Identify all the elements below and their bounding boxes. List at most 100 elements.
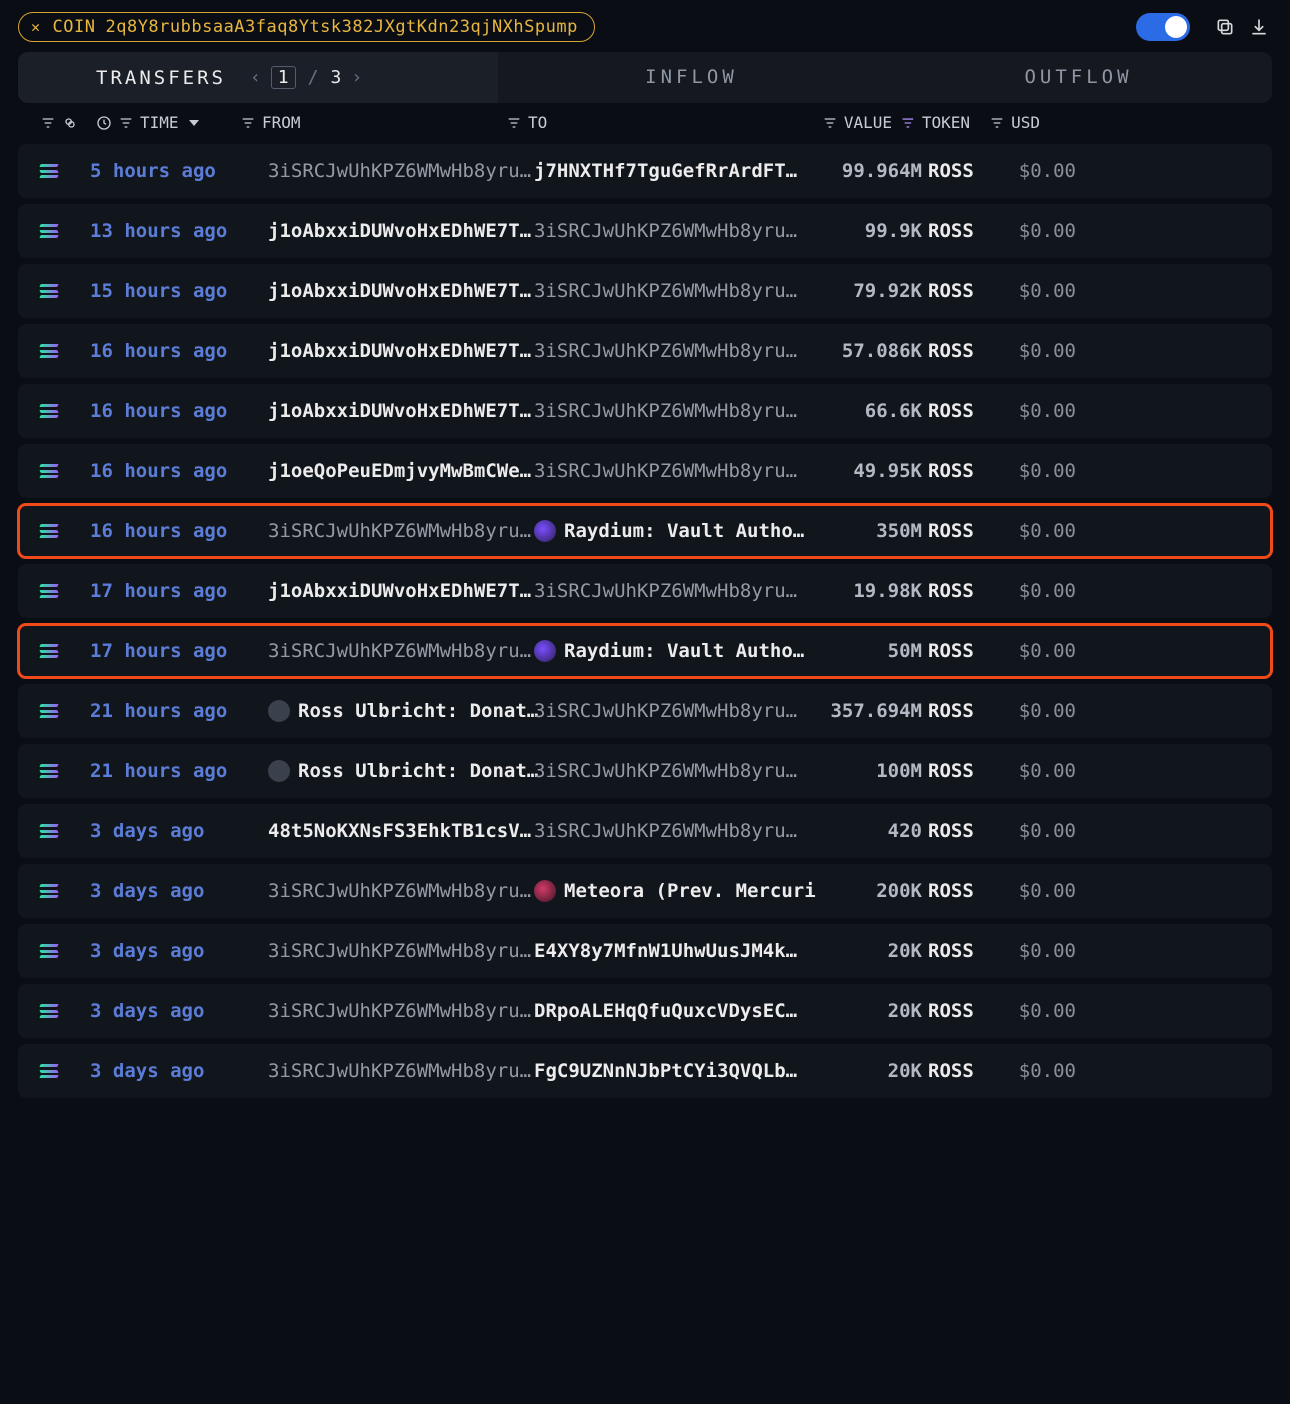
solana-chain-icon — [40, 164, 58, 178]
table-row[interactable]: 3 days ago3iSRCJwUhKPZ6WMwHb8yru…DRpoALE… — [18, 984, 1272, 1038]
table-row[interactable]: 3 days ago3iSRCJwUhKPZ6WMwHb8yru…E4XY8y7… — [18, 924, 1272, 978]
from-cell[interactable]: Ross Ulbricht: Donat… — [268, 760, 534, 782]
table-row[interactable]: 17 hours agoj1oAbxxiDUWvoHxEDhWE7T…3iSRC… — [18, 564, 1272, 618]
table-row[interactable]: 5 hours ago3iSRCJwUhKPZ6WMwHb8yru…j7HNXT… — [18, 144, 1272, 198]
token-cell: ROSS — [922, 160, 994, 182]
value-cell: 200K — [822, 880, 922, 902]
header-token[interactable]: TOKEN — [892, 113, 970, 132]
from-cell[interactable]: j1oeQoPeuEDmjvyMwBmCWe… — [268, 460, 534, 482]
header-value[interactable]: VALUE — [794, 113, 892, 132]
value-cell: 99.964M — [822, 160, 922, 182]
from-cell[interactable]: 3iSRCJwUhKPZ6WMwHb8yru… — [268, 880, 534, 902]
chain-cell — [40, 524, 90, 538]
token-cell: ROSS — [922, 460, 994, 482]
usd-cell: $0.00 — [994, 340, 1076, 362]
usd-cell: $0.00 — [994, 460, 1076, 482]
to-cell[interactable]: 3iSRCJwUhKPZ6WMwHb8yru… — [534, 220, 822, 242]
to-cell[interactable]: Raydium: Vault Autho… — [534, 520, 822, 542]
chain-cell — [40, 644, 90, 658]
chain-cell — [40, 1064, 90, 1078]
from-cell[interactable]: 3iSRCJwUhKPZ6WMwHb8yru… — [268, 940, 534, 962]
token-cell: ROSS — [922, 820, 994, 842]
pager-next[interactable]: › — [347, 67, 366, 88]
table-row[interactable]: 17 hours ago3iSRCJwUhKPZ6WMwHb8yru…Raydi… — [18, 624, 1272, 678]
time-cell: 3 days ago — [90, 880, 268, 902]
coin-chip[interactable]: ✕ COIN 2q8Y8rubbsaaA3faq8Ytsk382JXgtKdn2… — [18, 12, 595, 42]
to-cell[interactable]: DRpoALEHqQfuQuxcVDysEC… — [534, 1000, 822, 1022]
time-cell: 16 hours ago — [90, 400, 268, 422]
table-row[interactable]: 16 hours agoj1oAbxxiDUWvoHxEDhWE7T…3iSRC… — [18, 384, 1272, 438]
value-cell: 50M — [822, 640, 922, 662]
table-row[interactable]: 21 hours agoRoss Ulbricht: Donat…3iSRCJw… — [18, 684, 1272, 738]
to-cell[interactable]: 3iSRCJwUhKPZ6WMwHb8yru… — [534, 280, 822, 302]
from-cell[interactable]: 3iSRCJwUhKPZ6WMwHb8yru… — [268, 160, 534, 182]
copy-icon[interactable] — [1212, 14, 1238, 40]
tab-outflow[interactable]: OUTFLOW — [885, 52, 1272, 103]
token-cell: ROSS — [922, 580, 994, 602]
from-cell[interactable]: j1oAbxxiDUWvoHxEDhWE7T… — [268, 400, 534, 422]
usd-cell: $0.00 — [994, 880, 1076, 902]
download-icon[interactable] — [1246, 14, 1272, 40]
header-from[interactable]: FROM — [240, 113, 506, 132]
table-row[interactable]: 16 hours agoj1oeQoPeuEDmjvyMwBmCWe…3iSRC… — [18, 444, 1272, 498]
close-icon[interactable]: ✕ — [29, 18, 43, 36]
chain-cell — [40, 224, 90, 238]
token-cell: ROSS — [922, 220, 994, 242]
to-cell[interactable]: Meteora (Prev. Mercuri — [534, 880, 822, 902]
table-row[interactable]: 13 hours agoj1oAbxxiDUWvoHxEDhWE7T…3iSRC… — [18, 204, 1272, 258]
time-cell: 16 hours ago — [90, 460, 268, 482]
from-cell[interactable]: 3iSRCJwUhKPZ6WMwHb8yru… — [268, 1060, 534, 1082]
to-cell[interactable]: Raydium: Vault Autho… — [534, 640, 822, 662]
header-usd[interactable]: USD — [970, 113, 1040, 132]
to-cell[interactable]: 3iSRCJwUhKPZ6WMwHb8yru… — [534, 580, 822, 602]
chain-cell — [40, 944, 90, 958]
chain-cell — [40, 1004, 90, 1018]
from-cell[interactable]: j1oAbxxiDUWvoHxEDhWE7T… — [268, 340, 534, 362]
value-cell: 350M — [822, 520, 922, 542]
token-cell: ROSS — [922, 700, 994, 722]
token-cell: ROSS — [922, 1000, 994, 1022]
to-cell[interactable]: 3iSRCJwUhKPZ6WMwHb8yru… — [534, 340, 822, 362]
from-cell[interactable]: 48t5NoKXNsFS3EhkTB1csV… — [268, 820, 534, 842]
header-time[interactable]: TIME — [96, 113, 240, 132]
toggle-switch[interactable] — [1136, 13, 1190, 41]
transfer-rows: 5 hours ago3iSRCJwUhKPZ6WMwHb8yru…j7HNXT… — [0, 138, 1290, 1098]
table-row[interactable]: 15 hours agoj1oAbxxiDUWvoHxEDhWE7T…3iSRC… — [18, 264, 1272, 318]
chain-cell — [40, 584, 90, 598]
table-row[interactable]: 3 days ago48t5NoKXNsFS3EhkTB1csV…3iSRCJw… — [18, 804, 1272, 858]
to-cell[interactable]: FgC9UZNnNJbPtCYi3QVQLb… — [534, 1060, 822, 1082]
to-cell[interactable]: 3iSRCJwUhKPZ6WMwHb8yru… — [534, 700, 822, 722]
from-cell[interactable]: Ross Ulbricht: Donat… — [268, 700, 534, 722]
meteora-icon — [534, 880, 556, 902]
pager-prev[interactable]: ‹ — [246, 67, 265, 88]
table-row[interactable]: 3 days ago3iSRCJwUhKPZ6WMwHb8yru…FgC9UZN… — [18, 1044, 1272, 1098]
to-cell[interactable]: j7HNXTHf7TguGefRrArdFT… — [534, 160, 822, 182]
usd-cell: $0.00 — [994, 580, 1076, 602]
table-row[interactable]: 16 hours ago3iSRCJwUhKPZ6WMwHb8yru…Raydi… — [18, 504, 1272, 558]
token-cell: ROSS — [922, 760, 994, 782]
tab-transfers[interactable]: TRANSFERS ‹ 1 / 3 › — [18, 52, 498, 103]
usd-cell: $0.00 — [994, 640, 1076, 662]
table-row[interactable]: 16 hours agoj1oAbxxiDUWvoHxEDhWE7T…3iSRC… — [18, 324, 1272, 378]
table-row[interactable]: 3 days ago3iSRCJwUhKPZ6WMwHb8yru…Meteora… — [18, 864, 1272, 918]
to-cell[interactable]: 3iSRCJwUhKPZ6WMwHb8yru… — [534, 400, 822, 422]
table-row[interactable]: 21 hours agoRoss Ulbricht: Donat…3iSRCJw… — [18, 744, 1272, 798]
to-cell[interactable]: 3iSRCJwUhKPZ6WMwHb8yru… — [534, 460, 822, 482]
solana-chain-icon — [40, 284, 58, 298]
to-cell[interactable]: 3iSRCJwUhKPZ6WMwHb8yru… — [534, 820, 822, 842]
to-cell[interactable]: E4XY8y7MfnW1UhwUusJM4k… — [534, 940, 822, 962]
tab-inflow[interactable]: INFLOW — [498, 52, 885, 103]
from-cell[interactable]: j1oAbxxiDUWvoHxEDhWE7T… — [268, 280, 534, 302]
from-cell[interactable]: j1oAbxxiDUWvoHxEDhWE7T… — [268, 580, 534, 602]
from-cell[interactable]: 3iSRCJwUhKPZ6WMwHb8yru… — [268, 520, 534, 542]
to-cell[interactable]: 3iSRCJwUhKPZ6WMwHb8yru… — [534, 760, 822, 782]
header-filter[interactable] — [40, 115, 96, 131]
token-cell: ROSS — [922, 340, 994, 362]
from-cell[interactable]: 3iSRCJwUhKPZ6WMwHb8yru… — [268, 1000, 534, 1022]
from-cell[interactable]: j1oAbxxiDUWvoHxEDhWE7T… — [268, 220, 534, 242]
header-to[interactable]: TO — [506, 113, 794, 132]
token-cell: ROSS — [922, 940, 994, 962]
from-cell[interactable]: 3iSRCJwUhKPZ6WMwHb8yru… — [268, 640, 534, 662]
value-cell: 66.6K — [822, 400, 922, 422]
value-cell: 20K — [822, 1000, 922, 1022]
